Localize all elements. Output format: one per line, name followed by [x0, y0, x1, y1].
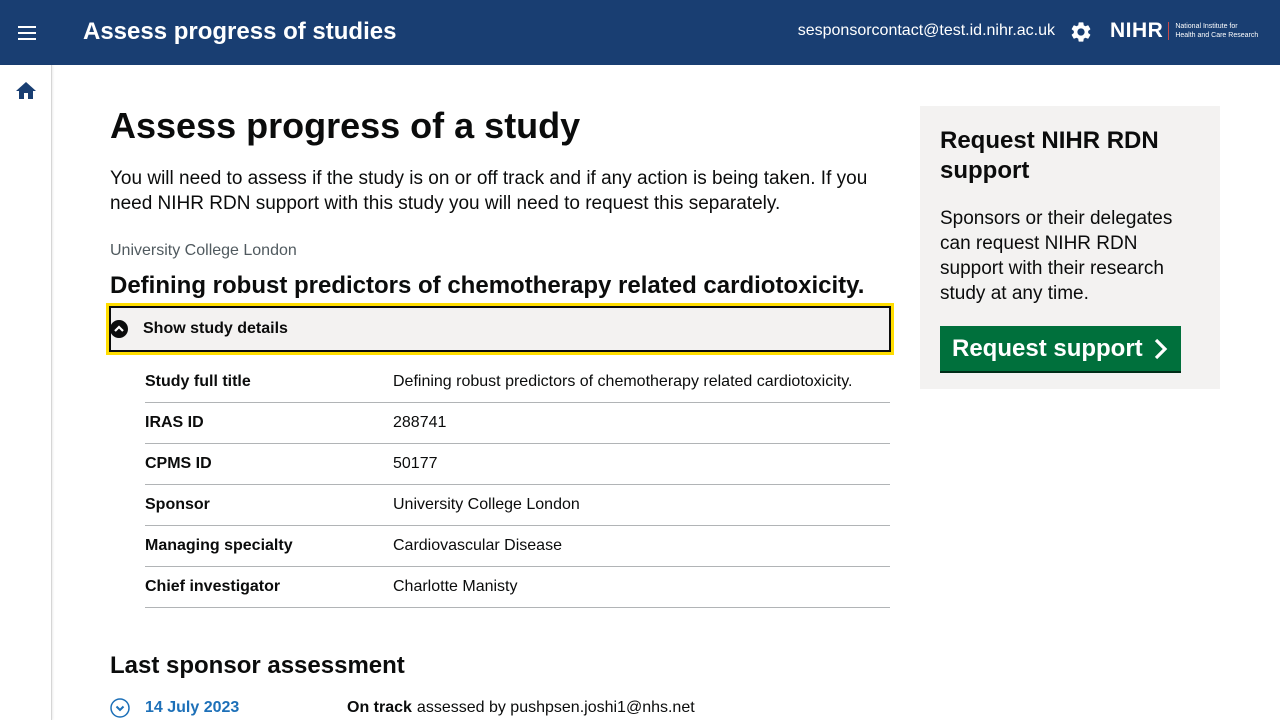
study-detail-key: Chief investigator: [145, 578, 281, 595]
study-detail-key: Managing specialty: [145, 537, 293, 554]
logo-divider: [1168, 22, 1170, 40]
support-title: Request NIHR RDN support: [940, 127, 1159, 184]
study-detail-row: IRAS ID 288741: [145, 403, 890, 444]
menu-icon[interactable]: [14, 20, 40, 46]
nihr-logo: NIHR National Institute for Health and C…: [1110, 18, 1258, 44]
support-text: Sponsors or their delegates can request …: [940, 208, 1173, 304]
request-support-button[interactable]: Request support: [940, 326, 1181, 371]
study-detail-row: Managing specialty Cardiovascular Disease: [145, 526, 890, 567]
logo-sub-text: National Institute for Health and Care R…: [1175, 22, 1258, 40]
study-detail-key: CPMS ID: [145, 455, 212, 472]
chevron-up-circle-icon: [110, 320, 128, 338]
chevron-down-circle-icon[interactable]: [110, 698, 130, 718]
last-assessment-heading: Last sponsor assessment: [110, 652, 405, 679]
study-detail-value: Cardiovascular Disease: [393, 537, 562, 554]
gear-icon[interactable]: [1069, 20, 1093, 44]
study-detail-row: Chief investigator Charlotte Manisty: [145, 567, 890, 608]
assessment-row: 14 July 2023 On track assessed by pushps…: [110, 697, 890, 719]
user-email: sesponsorcontact@test.id.nihr.ac.uk: [797, 22, 1055, 39]
study-detail-row: Sponsor University College London: [145, 485, 890, 526]
study-title: Defining robust predictors of chemothera…: [110, 272, 865, 299]
support-panel: Request NIHR RDN support Sponsors or the…: [920, 106, 1220, 389]
assessment-date-link[interactable]: 14 July 2023: [145, 699, 347, 717]
side-nav: [0, 65, 52, 720]
study-detail-value: 288741: [393, 414, 447, 431]
app-title: Assess progress of studies: [83, 18, 397, 45]
study-detail-row: Study full title Defining robust predicto…: [145, 362, 890, 403]
study-detail-value: University College London: [393, 496, 580, 513]
study-detail-row: CPMS ID 50177: [145, 444, 890, 485]
assessment-status: On track: [347, 699, 412, 716]
show-study-details-toggle[interactable]: Show study details: [106, 303, 894, 355]
logo-sub-line2: Health and Care Research: [1175, 32, 1259, 39]
study-detail-value: Defining robust predictors of chemothera…: [393, 373, 853, 390]
main-content: Assess progress of a study You will need…: [106, 105, 894, 608]
top-header: Assess progress of studies sesponsorcont…: [0, 0, 1280, 65]
home-icon[interactable]: [14, 79, 38, 103]
request-support-label: Request support: [952, 334, 1143, 362]
study-detail-value: 50177: [393, 455, 438, 472]
chevron-right-icon: [1154, 338, 1167, 359]
assessment-assessor: assessed by pushpsen.joshi1@nhs.net: [416, 699, 695, 716]
logo-main-text: NIHR: [1110, 19, 1164, 42]
study-detail-value: Charlotte Manisty: [393, 578, 518, 595]
logo-sub-line1: National Institute for: [1175, 23, 1238, 30]
study-details-list: Study full title Defining robust predicto…: [145, 362, 890, 608]
toggle-label: Show study details: [143, 320, 288, 337]
page-title: Assess progress of a study: [110, 105, 581, 146]
study-detail-key: IRAS ID: [145, 414, 204, 431]
study-detail-key: Study full title: [145, 373, 251, 390]
intro-text: You will need to assess if the study is …: [110, 168, 868, 214]
study-detail-key: Sponsor: [145, 496, 210, 513]
organisation-caption: University College London: [110, 242, 297, 259]
